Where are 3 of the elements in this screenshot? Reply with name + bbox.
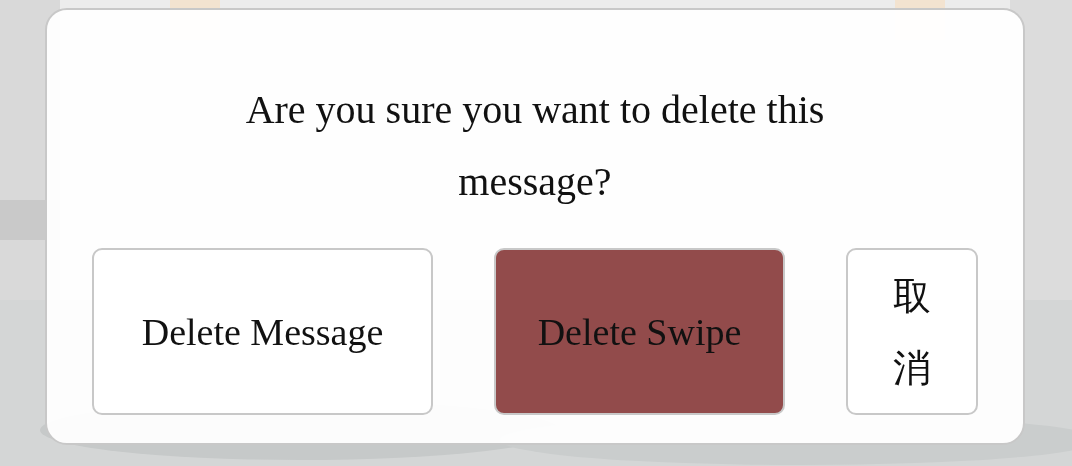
dialog-button[interactable]: 取消: [846, 248, 978, 415]
dialog-button[interactable]: Delete Message: [92, 248, 433, 415]
dialog-message: Are you sure you want to delete this message?: [244, 86, 826, 206]
